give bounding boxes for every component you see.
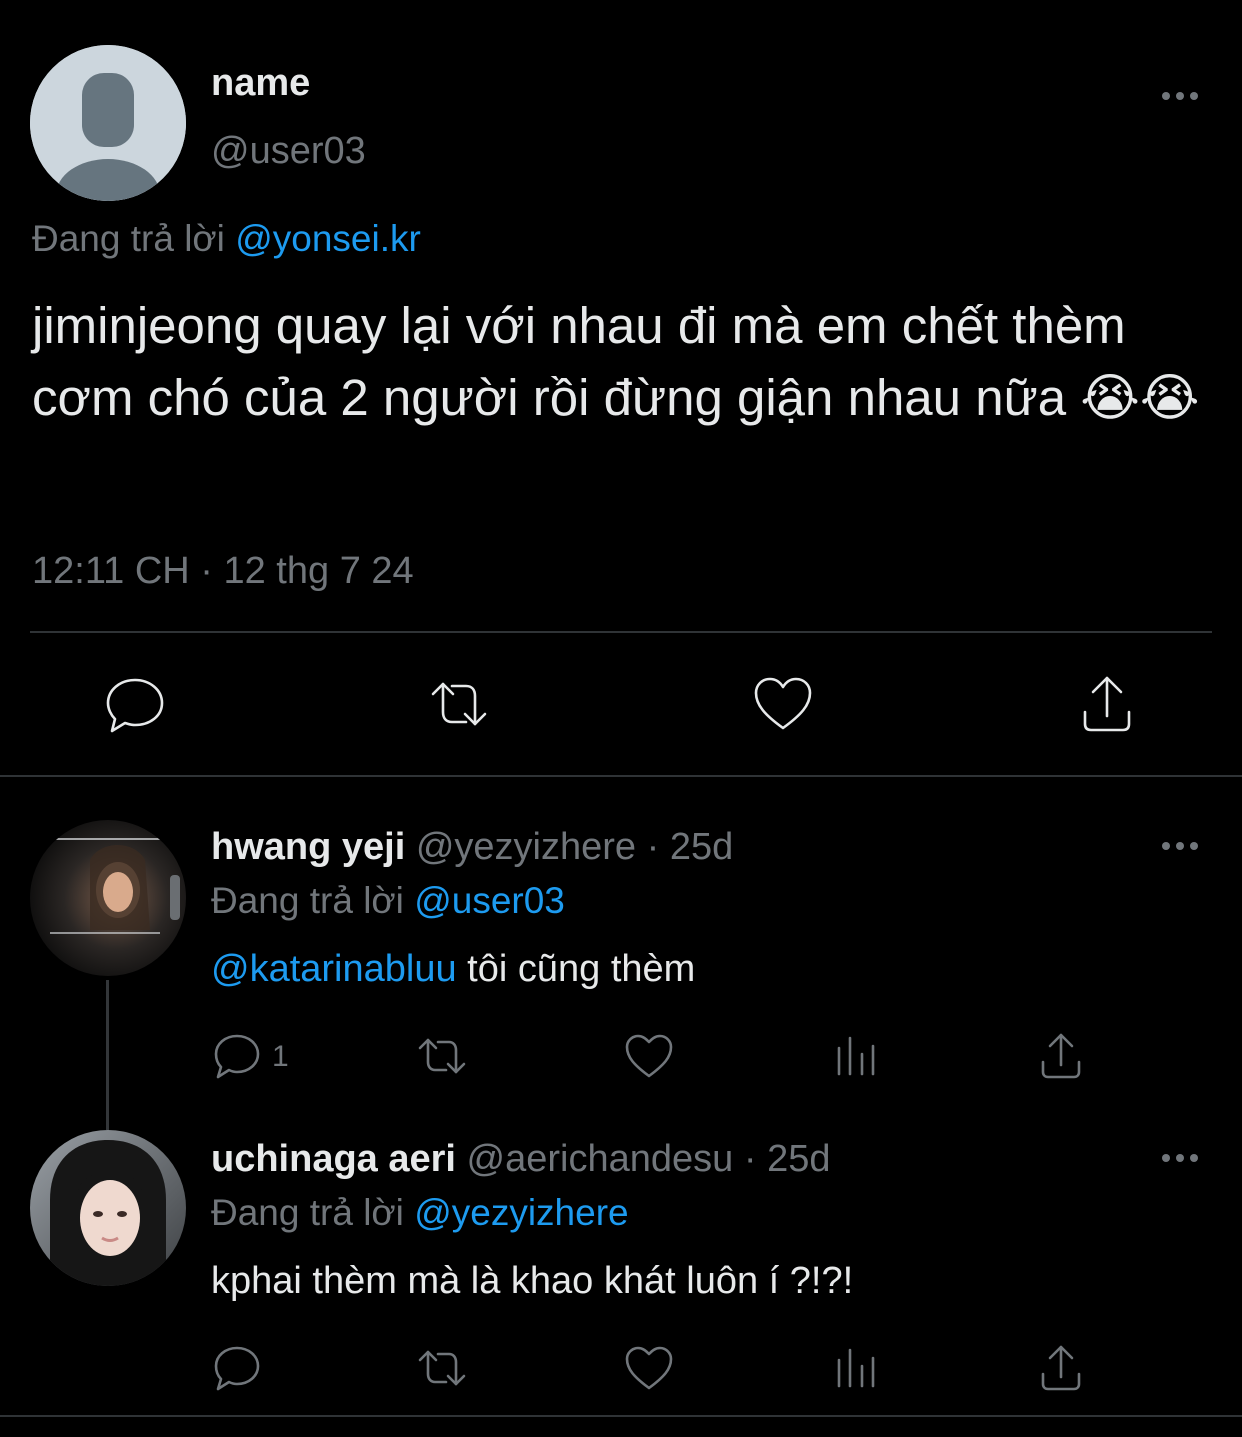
retweet-icon[interactable] (427, 672, 491, 736)
default-avatar-icon (30, 45, 186, 201)
reply-text: @katarinabluu tôi cũng thèm (211, 948, 695, 991)
avatar[interactable] (30, 820, 186, 976)
tweet-text: jiminjeong quay lại với nhau đi mà em ch… (32, 297, 1200, 426)
display-name[interactable]: name (211, 62, 310, 105)
tweet-timestamp[interactable]: 12:11 CH · 12 thg 7 24 (32, 550, 414, 593)
camera-screen-avatar-image (30, 820, 186, 976)
more-options-icon[interactable] (1158, 1142, 1202, 1174)
replying-to-handle[interactable]: @user03 (414, 880, 565, 921)
user-handle[interactable]: @yezyizhere (416, 826, 636, 868)
like-icon[interactable] (623, 1030, 675, 1082)
share-icon[interactable] (1075, 672, 1139, 736)
reply-text: kphai thèm mà là khao khát luôn í ?!?! (211, 1260, 854, 1302)
reply-header: hwang yeji @yezyizhere · 25d (211, 826, 733, 869)
divider (0, 1415, 1242, 1417)
replying-to-line: Đang trả lời @yezyizhere (211, 1192, 629, 1234)
avatar[interactable] (30, 45, 186, 201)
like-icon[interactable] (623, 1342, 675, 1394)
share-icon[interactable] (1035, 1342, 1087, 1394)
reply-count: 1 (272, 1040, 289, 1073)
reply-icon[interactable] (211, 1342, 263, 1394)
reply-age[interactable]: · 25d (647, 826, 734, 868)
selfie-avatar-image (30, 1130, 186, 1286)
reply-header: uchinaga aeri @aerichandesu · 25d (211, 1138, 830, 1181)
replying-to-handle[interactable]: @yonsei.kr (235, 218, 421, 259)
reply-icon[interactable] (103, 672, 167, 736)
more-options-icon[interactable] (1158, 80, 1202, 112)
reply-text-body: tôi cũng thèm (456, 948, 696, 990)
replying-to-label: Đang trả lời (32, 218, 225, 259)
views-icon[interactable] (830, 1030, 882, 1082)
retweet-icon[interactable] (416, 1342, 468, 1394)
divider (0, 775, 1242, 777)
user-handle[interactable]: @user03 (211, 130, 366, 173)
user-handle[interactable]: @aerichandesu (467, 1138, 734, 1180)
display-name[interactable]: uchinaga aeri (211, 1138, 456, 1180)
replying-to-line: Đang trả lời @yonsei.kr (32, 218, 421, 260)
divider (30, 631, 1212, 633)
replying-to-handle[interactable]: @yezyizhere (414, 1192, 628, 1233)
more-options-icon[interactable] (1158, 830, 1202, 862)
share-icon[interactable] (1035, 1030, 1087, 1082)
display-name[interactable]: hwang yeji (211, 826, 405, 868)
reply-age[interactable]: · 25d (744, 1138, 831, 1180)
mention-link[interactable]: @katarinabluu (211, 948, 457, 990)
reply-icon[interactable] (211, 1030, 263, 1082)
retweet-icon[interactable] (416, 1030, 468, 1082)
replying-to-line: Đang trả lời @user03 (211, 880, 565, 922)
thread-connector-line (106, 980, 109, 1130)
views-icon[interactable] (830, 1342, 882, 1394)
avatar[interactable] (30, 1130, 186, 1286)
replying-to-label: Đang trả lời (211, 880, 404, 921)
like-icon[interactable] (751, 672, 815, 736)
replying-to-label: Đang trả lời (211, 1192, 404, 1233)
